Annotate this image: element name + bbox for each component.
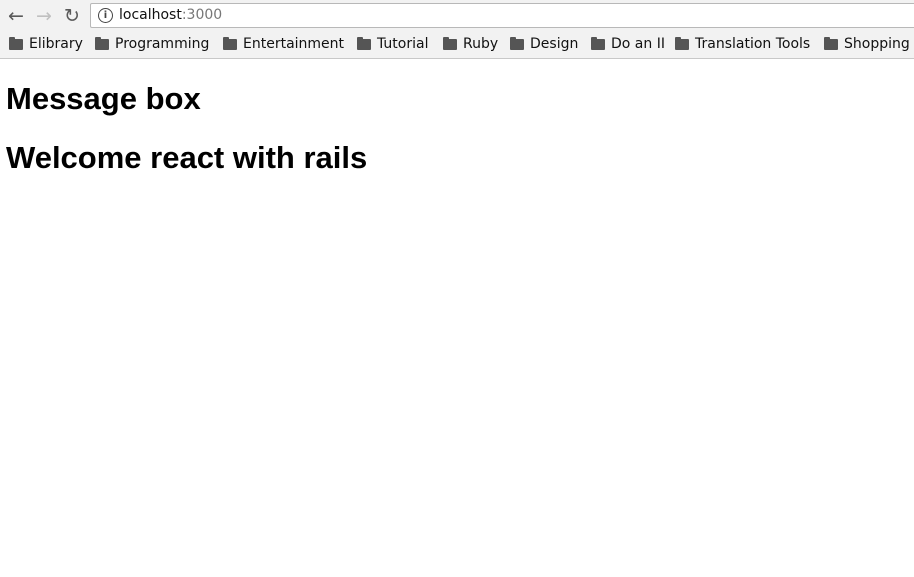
url-text[interactable]: localhost:3000 <box>119 7 222 23</box>
bookmark-label: Do an II <box>611 36 665 52</box>
bookmark-tutorial[interactable]: Tutorial <box>357 35 428 53</box>
forward-button[interactable]: → <box>33 5 55 27</box>
folder-icon <box>510 36 524 50</box>
bookmark-elibrary[interactable]: Elibrary <box>9 35 83 53</box>
bookmark-label: Programming <box>115 36 210 52</box>
folder-icon <box>675 36 689 50</box>
bookmark-programming[interactable]: Programming <box>95 35 209 53</box>
address-bar[interactable]: i localhost:3000 <box>90 3 914 28</box>
folder-icon <box>443 36 457 50</box>
browser-toolbar: ← → ↻ i localhost:3000 Elibrary Programm… <box>0 0 914 59</box>
bookmark-label: Ruby <box>463 36 499 52</box>
page-heading-message-box: Message box <box>6 81 201 116</box>
bookmark-translation-tools[interactable]: Translation Tools <box>675 35 810 53</box>
folder-icon <box>824 36 838 50</box>
folder-icon <box>95 36 109 50</box>
folder-icon <box>9 36 23 50</box>
bookmark-label: Design <box>530 36 579 52</box>
bookmark-label: Translation Tools <box>695 36 811 52</box>
bookmark-label: Tutorial <box>377 36 429 52</box>
reload-button[interactable]: ↻ <box>61 5 83 27</box>
info-icon[interactable]: i <box>98 8 113 23</box>
back-button[interactable]: ← <box>5 5 27 27</box>
folder-icon <box>357 36 371 50</box>
bookmark-entertainment[interactable]: Entertainment <box>223 35 344 53</box>
bookmark-do-an-ii[interactable]: Do an II <box>591 35 665 53</box>
bookmark-design[interactable]: Design <box>510 35 578 53</box>
bookmark-label: Elibrary <box>29 36 83 52</box>
page-heading-welcome: Welcome react with rails <box>6 140 368 175</box>
bookmark-shopping[interactable]: Shopping <box>824 35 910 53</box>
bookmark-label: Entertainment <box>243 36 345 52</box>
bookmark-label: Shopping <box>844 36 910 52</box>
url-host: localhost <box>119 7 182 23</box>
url-port: :3000 <box>181 7 223 23</box>
folder-icon <box>223 36 237 50</box>
bookmark-ruby[interactable]: Ruby <box>443 35 498 53</box>
folder-icon <box>591 36 605 50</box>
